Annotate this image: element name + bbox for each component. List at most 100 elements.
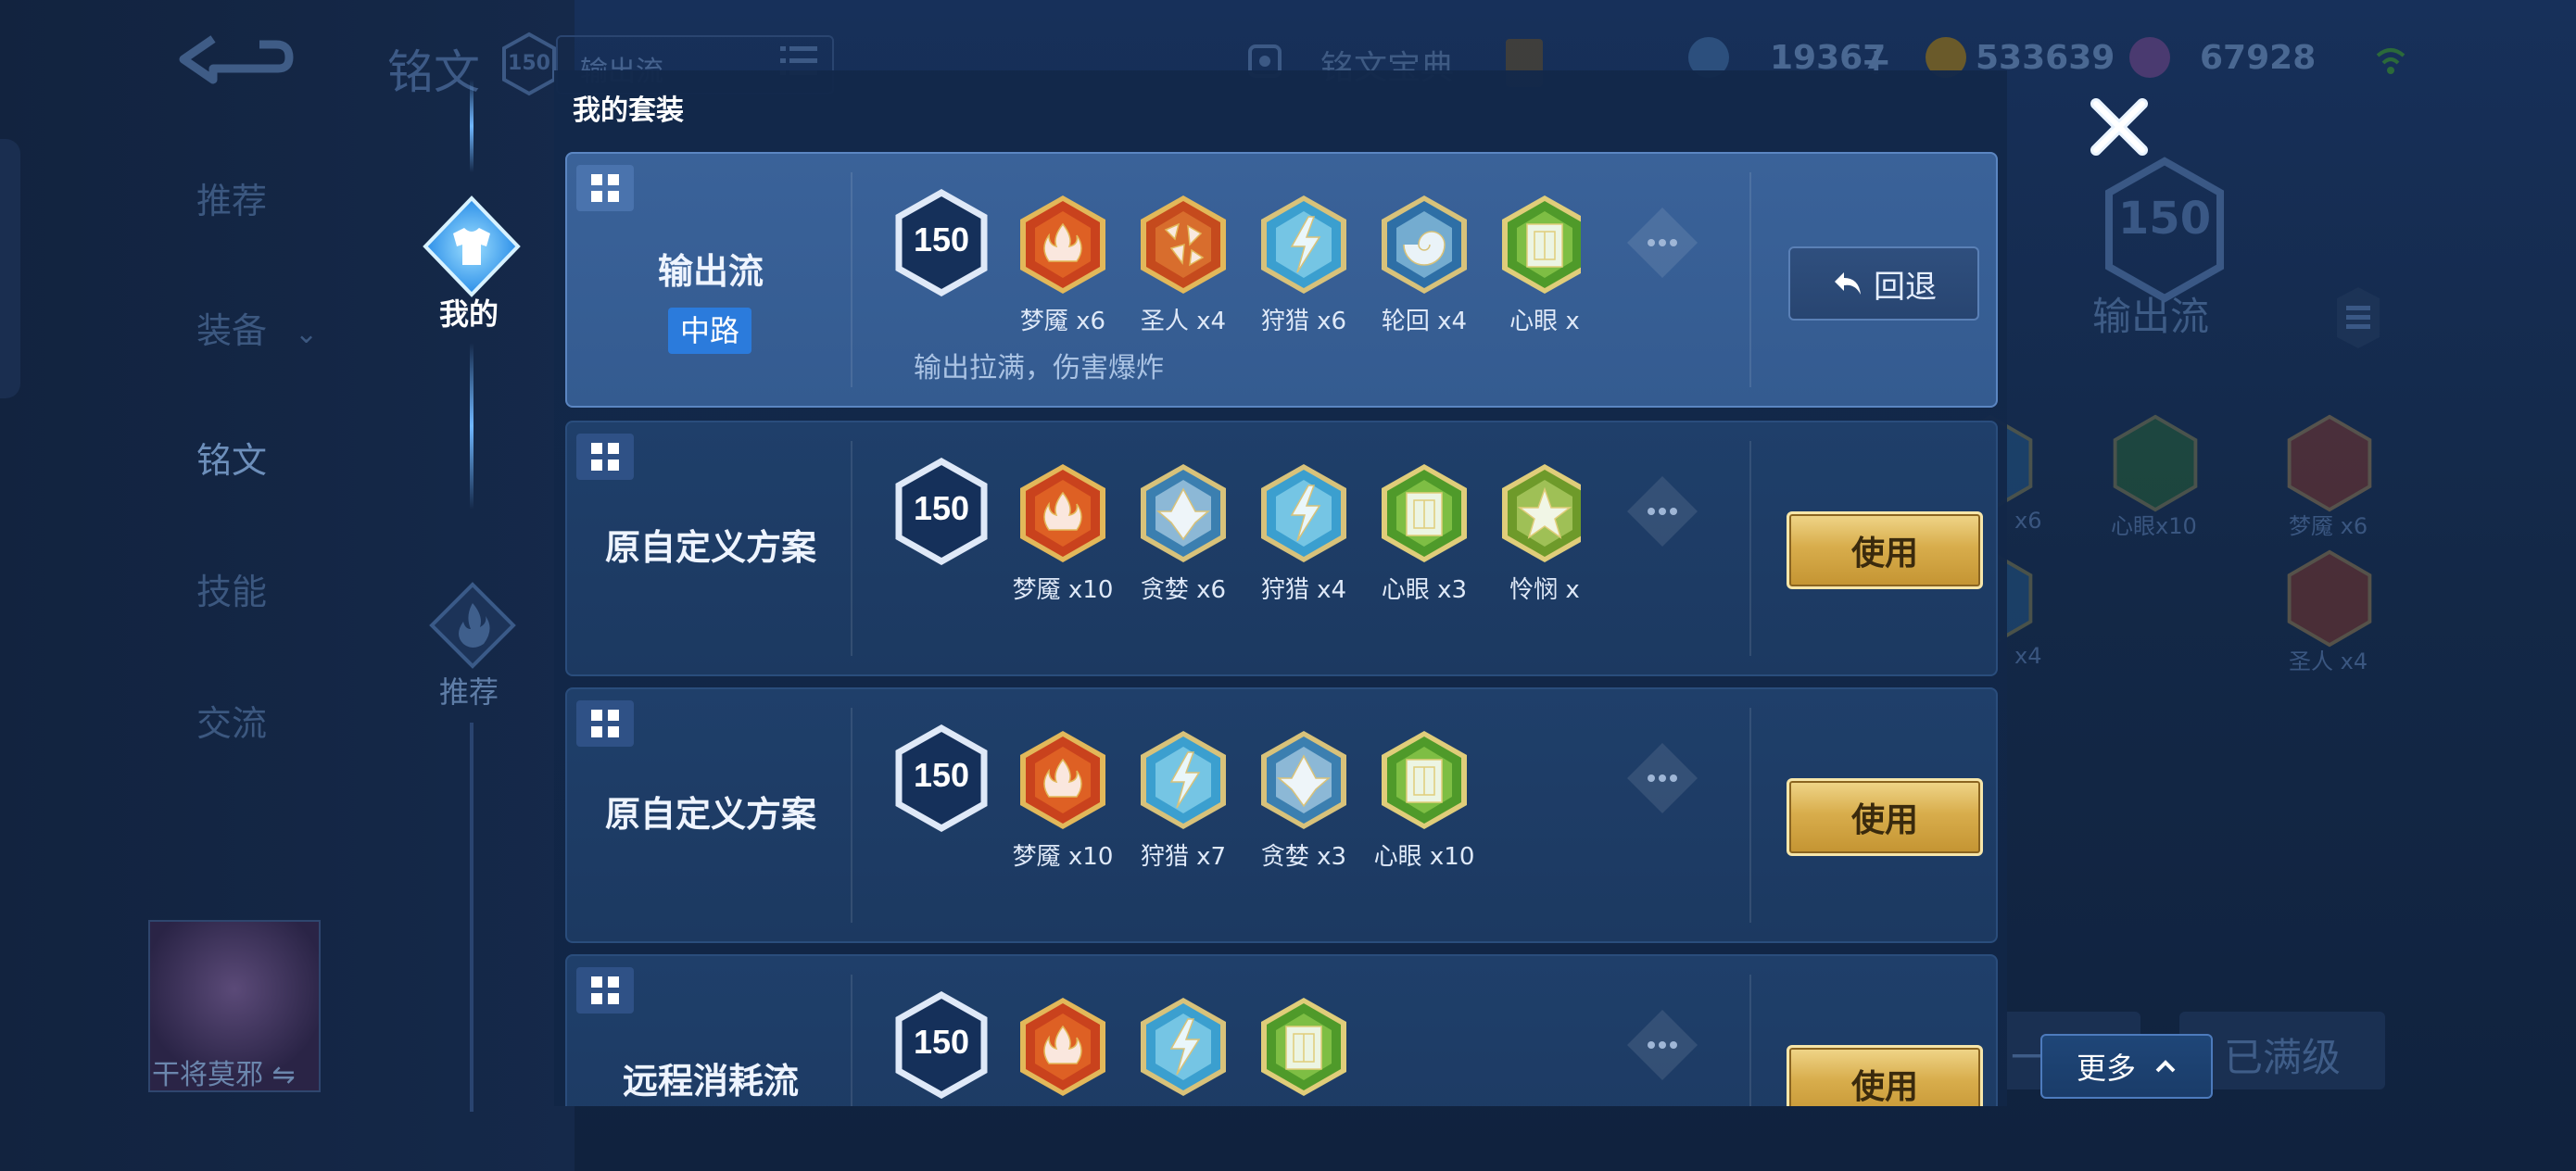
level-text: 150	[913, 1023, 970, 1061]
rune-item[interactable]: 贪婪 x6	[1132, 461, 1234, 605]
rune-label: 狩猎 x10	[1132, 1104, 1234, 1106]
card-divider	[851, 441, 852, 656]
blue-swirl-rune-icon	[1382, 195, 1467, 294]
rune-item[interactable]: 狩猎 x6	[1253, 193, 1355, 336]
hero-name[interactable]: 干将莫邪 ⇋	[152, 1051, 296, 1092]
red-flame-rune-icon	[1020, 998, 1105, 1096]
side-nav-exchange[interactable]: 交流	[196, 695, 267, 746]
grid-icon[interactable]	[576, 165, 634, 211]
set-card[interactable]: 输出流 中路 150 梦魇 x6 圣人 x4 狩猎 x6 轮回 x4 心眼 x …	[565, 152, 1998, 408]
more-toggle-button[interactable]: 更多	[2040, 1034, 2213, 1099]
close-icon[interactable]	[2085, 93, 2153, 161]
use-button[interactable]: 使用	[1787, 778, 1983, 856]
rune-item[interactable]: 贪婪 x3	[1253, 728, 1355, 872]
more-options-icon[interactable]	[1623, 739, 1701, 817]
grid-icon[interactable]	[576, 434, 634, 480]
rune-item[interactable]: 怜悯 x	[1494, 461, 1581, 605]
blue-lightning-rune-icon	[1141, 731, 1226, 829]
ghost-rune-label: 梦魇 x6	[2289, 513, 2368, 539]
more-options-icon[interactable]	[1623, 1006, 1701, 1084]
set-name: 输出流	[657, 251, 764, 292]
rune-item[interactable]: 梦魇 x6	[1012, 193, 1114, 336]
tab-connector-line	[470, 80, 474, 172]
level-badge-text: 150	[508, 52, 550, 75]
rune-label: 心眼 x3	[1381, 576, 1468, 604]
list-icon[interactable]	[2335, 285, 2381, 350]
red-flame-rune-icon	[1020, 731, 1105, 829]
recommend-tab-icon[interactable]	[426, 579, 519, 672]
rune-label: 梦魇 x10	[1012, 843, 1114, 871]
right-level-text: 150	[2117, 193, 2212, 245]
rune-item[interactable]: 狩猎 x10	[1132, 995, 1234, 1106]
chevron-down-icon: ⌄	[295, 318, 319, 350]
right-set-name: 输出流	[2092, 294, 2210, 339]
more-toggle-label: 更多	[2076, 1051, 2136, 1086]
green-gate-rune-icon	[1502, 195, 1581, 294]
red-crystal-rune-icon	[1141, 195, 1226, 294]
rune-item[interactable]: 轮回 x4	[1373, 193, 1475, 336]
rune-item[interactable]: 心眼 x3	[1373, 461, 1475, 605]
tab-recommend[interactable]: 推荐	[439, 669, 499, 711]
rune-item[interactable]: 梦魇 x10	[1012, 461, 1114, 605]
side-nav-equipment-label: 装备	[196, 310, 268, 351]
tab-connector-line	[470, 723, 474, 1112]
rune-label: 贪婪 x3	[1260, 843, 1347, 871]
ghost-rune-label: 圣人 x4	[2289, 648, 2368, 674]
edge-pull-tab[interactable]	[0, 139, 20, 398]
revert-button[interactable]: 回退	[1788, 246, 1979, 321]
back-arrow-icon[interactable]	[176, 31, 297, 91]
green-gate-rune-icon	[1261, 998, 1346, 1096]
set-card[interactable]: 原自定义方案 150 梦魇 x10 狩猎 x7 贪婪 x3 心眼 x10 使用	[565, 687, 1998, 943]
card-divider	[851, 708, 852, 923]
blue-lightning-rune-icon	[1261, 195, 1346, 294]
set-card[interactable]: 远程消耗流 150 梦魇 x10 狩猎 x10 心眼 x10	[565, 954, 1998, 1106]
card-divider	[851, 975, 852, 1106]
set-name: 原自定义方案	[604, 527, 816, 568]
more-options-icon[interactable]	[1623, 204, 1701, 282]
grid-icon[interactable]	[576, 700, 634, 747]
tab-my-sets[interactable]: 我的	[439, 291, 499, 334]
rune-item[interactable]: 狩猎 x7	[1132, 728, 1234, 872]
green-gate-rune-icon	[1382, 731, 1467, 829]
rune-item[interactable]: 狩猎 x4	[1253, 461, 1355, 605]
rune-label: 怜悯 x	[1509, 576, 1580, 604]
rune-item[interactable]: 心眼 x10	[1253, 995, 1355, 1106]
rune-item[interactable]: 梦魇 x10	[1012, 728, 1114, 872]
chevron-up-icon	[2155, 1060, 2176, 1073]
gem-count: 67928	[2200, 39, 2317, 77]
level-text: 150	[913, 756, 970, 794]
card-divider	[1749, 708, 1751, 923]
rune-item[interactable]: 心眼 x	[1494, 193, 1581, 336]
side-nav-equipment[interactable]: 装备 ⌄	[196, 302, 318, 353]
rune-label: 轮回 x4	[1381, 308, 1468, 335]
undo-icon	[1835, 272, 1861, 295]
card-divider	[1749, 975, 1751, 1106]
card-divider	[1749, 441, 1751, 656]
my-sets-tab-icon[interactable]	[420, 195, 524, 298]
revert-label: 回退	[1874, 268, 1937, 306]
rune-list: 梦魇 x10 狩猎 x10 心眼 x10	[1012, 995, 1581, 1106]
use-label: 使用	[1850, 1068, 1918, 1106]
rune-item[interactable]: 圣人 x4	[1132, 193, 1234, 336]
gem-icon	[2129, 37, 2170, 78]
use-label: 使用	[1850, 535, 1918, 573]
rune-label: 梦魇 x10	[1012, 1104, 1114, 1106]
my-sets-modal: 我的套装 输出流 中路 150 梦魇 x6 圣人 x4 狩猎 x6 轮回 x4 …	[554, 70, 2007, 1106]
more-options-icon[interactable]	[1623, 472, 1701, 550]
rune-item[interactable]: 心眼 x10	[1373, 728, 1475, 872]
side-nav-runes[interactable]: 铭文	[196, 432, 267, 483]
rune-item[interactable]: 梦魇 x10	[1012, 995, 1114, 1106]
grid-icon[interactable]	[576, 967, 634, 1014]
set-name: 远程消耗流	[622, 1061, 799, 1102]
rune-label: 梦魇 x6	[1019, 308, 1106, 335]
use-button[interactable]: 使用	[1787, 511, 1983, 589]
rune-label: 狩猎 x7	[1140, 843, 1227, 871]
card-divider	[1749, 172, 1751, 387]
use-button[interactable]: 使用	[1787, 1045, 1983, 1106]
rune-label: 贪婪 x6	[1140, 576, 1227, 604]
set-card[interactable]: 原自定义方案 150 梦魇 x10 贪婪 x6 狩猎 x4 心眼 x3 怜悯 x…	[565, 421, 1998, 676]
side-nav-recommend[interactable]: 推荐	[196, 172, 267, 223]
wifi-signal-icon	[2376, 48, 2406, 74]
side-nav-skills[interactable]: 技能	[196, 563, 267, 614]
modal-title: 我的套装	[573, 94, 684, 127]
